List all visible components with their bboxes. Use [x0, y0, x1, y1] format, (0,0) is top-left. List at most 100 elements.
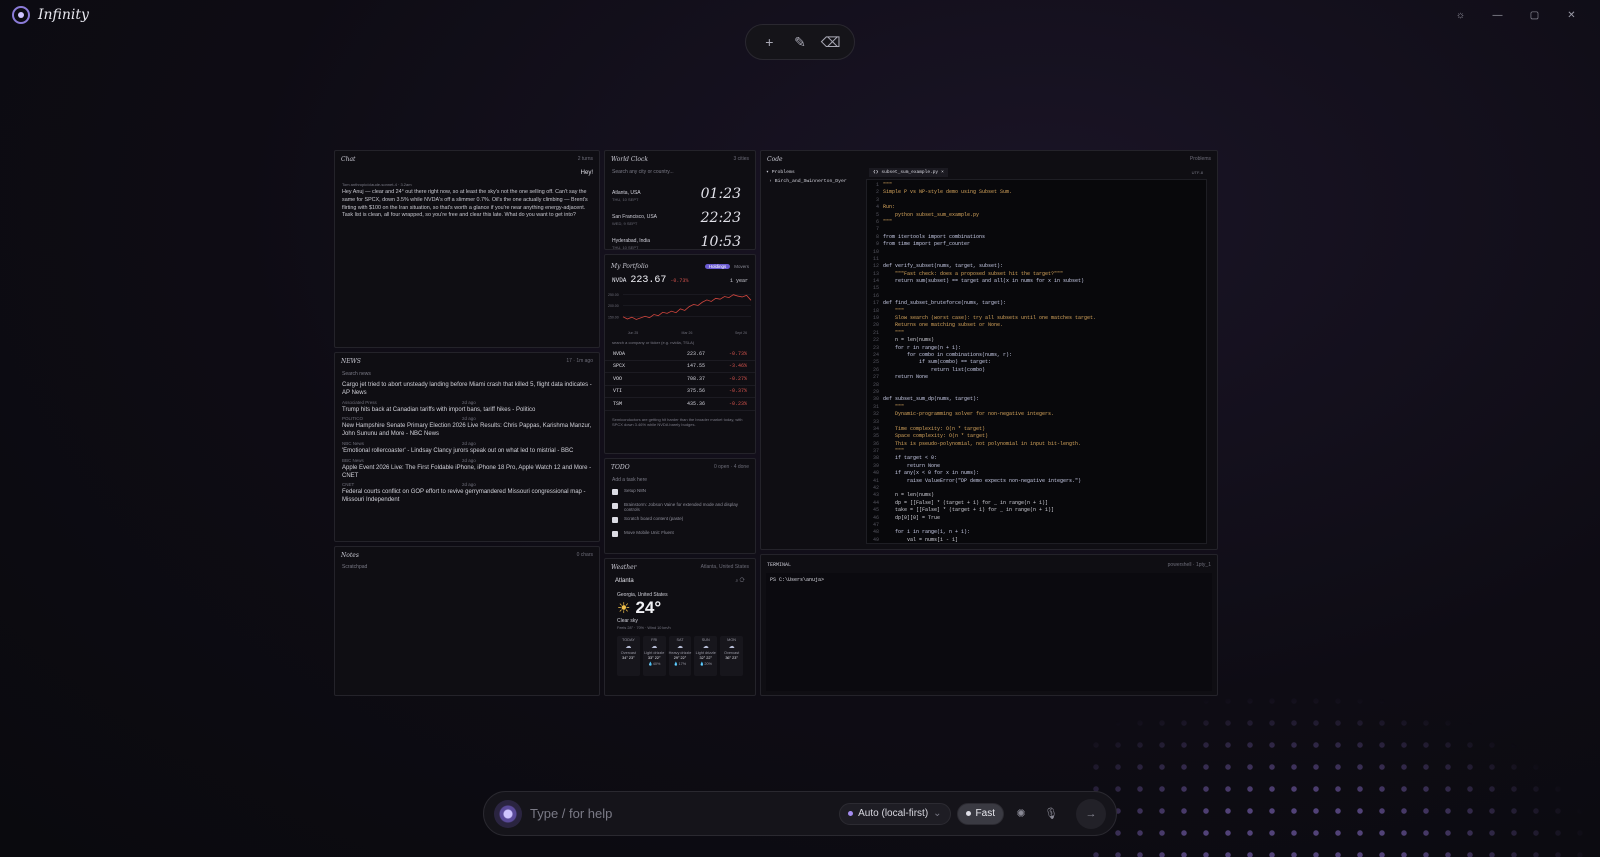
app-title: Infinity: [38, 7, 89, 23]
holding-row[interactable]: NVDA 223.67 -0.73%: [605, 348, 755, 361]
maximize-button[interactable]: ▢: [1516, 6, 1553, 24]
weather-title: Weather: [611, 563, 637, 571]
line-number: 17: [872, 300, 879, 307]
speed-toggle[interactable]: Fast: [956, 802, 1004, 825]
close-tab-icon[interactable]: ×: [941, 170, 944, 175]
add-widget-icon[interactable]: +: [758, 34, 780, 50]
sparkle-icon[interactable]: ✺: [1008, 801, 1034, 827]
code-text: """Fast check: does a proposed subset hi…: [883, 270, 1064, 277]
todo-checkbox[interactable]: [612, 517, 618, 523]
holding-row[interactable]: TSM 435.36 -0.23%: [605, 398, 755, 411]
forecast-condition: Light drizzle: [695, 651, 716, 655]
add-task-input[interactable]: Add a task here: [605, 474, 755, 486]
code-line: 26 return list(combo): [867, 367, 1206, 374]
code-text: def verify_subset(nums, target, subset):: [883, 263, 1004, 270]
forecast-condition: Overcast: [723, 651, 740, 655]
assistant-message: Hey Anuj — clear and 24° out there right…: [342, 189, 588, 219]
command-input[interactable]: [530, 806, 834, 821]
notes-title: Notes: [341, 551, 359, 559]
ticker-search-input[interactable]: search a company or ticker (e.g. nvidia,…: [605, 336, 755, 348]
notes-meta: 0 chars: [576, 552, 593, 558]
news-item[interactable]: Cargo jet tried to abort unsteady landin…: [335, 380, 599, 405]
todo-checkbox[interactable]: [612, 489, 618, 495]
news-item[interactable]: 'Emotional rollercoaster' - Lindsay Clan…: [335, 446, 599, 463]
ticker-header: NVDA 223.67 -0.73% 1 year: [605, 273, 755, 286]
code-line: 18 """: [867, 308, 1206, 315]
holding-change: -0.27%: [728, 375, 747, 382]
todo-checkbox[interactable]: [612, 503, 618, 509]
news-item[interactable]: Apple Event 2026 Live: The First Foldabl…: [335, 463, 599, 488]
line-number: 24: [872, 351, 879, 358]
news-search-input[interactable]: Search news: [335, 368, 599, 380]
code-line: 21 """: [867, 330, 1206, 337]
code-text: dp[0][0] = True: [883, 514, 941, 521]
cloud-icon: ☁: [625, 644, 632, 650]
tree-root[interactable]: ▾ Problems: [766, 169, 861, 178]
weather-panel: Weather Atlanta, United States Atlanta ⌕ …: [604, 558, 756, 696]
mode-select[interactable]: Auto (local-first) ⌄: [839, 802, 951, 825]
tab-movers[interactable]: Movers: [734, 264, 749, 269]
line-number: 48: [872, 529, 879, 536]
send-button[interactable]: →: [1076, 798, 1106, 829]
terminal-output[interactable]: PS C:\Users\anuja>: [766, 573, 1212, 691]
todo-item[interactable]: Move Mobile Unit: Fluent: [605, 528, 755, 542]
holding-change: -0.73%: [728, 350, 747, 357]
code-line: 5 python subset_sum_example.py: [867, 212, 1206, 219]
line-number: 43: [872, 492, 879, 499]
todo-item[interactable]: Scratch board content (paste): [605, 514, 755, 528]
code-text: Space complexity: O(n * target): [883, 433, 989, 440]
holding-price: 223.67: [686, 350, 705, 357]
assistant-orb-icon[interactable]: [494, 799, 522, 828]
eraser-icon[interactable]: ⌫: [820, 34, 842, 51]
todo-item[interactable]: Brainstorm: Jobson Vaine for extended mo…: [605, 500, 755, 514]
cloud-icon: ☁: [651, 644, 658, 650]
weather-search-icon[interactable]: ⌕ ⟳: [735, 578, 745, 584]
code-line: 27 return None: [867, 374, 1206, 381]
theme-toggle-icon[interactable]: ☼: [1442, 6, 1479, 24]
background-dot-pattern: [1085, 690, 1600, 857]
code-line: 49 val = nums[i - 1]: [867, 536, 1206, 543]
chart-y-tick-label: 200.00: [608, 304, 619, 308]
code-text: """: [883, 307, 905, 314]
code-text: for r in range(n + 1):: [883, 344, 962, 351]
holding-row[interactable]: VOO 708.37 -0.27%: [605, 373, 755, 386]
tab-holdings[interactable]: Holdings: [704, 263, 731, 269]
news-age: 2d ago: [462, 482, 476, 488]
pen-icon[interactable]: ✎: [789, 34, 811, 51]
news-headline: Cargo jet tried to abort unsteady landin…: [342, 382, 592, 396]
code-text: raise ValueError("DP demo expects non-ne…: [883, 477, 1082, 484]
ticker-symbol: NVDA: [612, 277, 627, 284]
minimize-button[interactable]: —: [1479, 6, 1516, 24]
code-text: if any(x < 0 for x in nums):: [883, 470, 980, 477]
news-item[interactable]: Trump hits back at Canadian tariffs with…: [335, 405, 599, 422]
microphone-icon[interactable]: 🎙: [1038, 801, 1064, 827]
editor-tab[interactable]: ❮❯ subset_sum_example.py ×: [869, 168, 948, 177]
range-select[interactable]: 1 year: [730, 278, 748, 284]
code-editor[interactable]: 1 """ 2 Simple P vs NP-style demo using Sub…: [866, 179, 1207, 544]
tree-item[interactable]: › Birch_and_Swinnerton_Dyer: [766, 178, 861, 187]
notes-textarea[interactable]: Scratchpad: [335, 562, 599, 572]
news-item[interactable]: Federal courts conflict on GOP effort to…: [335, 487, 599, 507]
holding-ticker: VOO: [613, 375, 623, 382]
code-text: val = nums[i - 1]: [883, 536, 959, 543]
city-search-input[interactable]: Search any city or country...: [605, 166, 755, 178]
news-item[interactable]: New Hampshire Senate Primary Election 20…: [335, 421, 599, 446]
todo-item[interactable]: Setup N8N: [605, 486, 755, 500]
holding-row[interactable]: VTI 375.56 -0.37%: [605, 386, 755, 398]
news-panel: NEWS 17 · 1m ago Search news Cargo jet tr…: [334, 352, 600, 542]
code-line: 44 dp = [[False] * (target + 1) for _ in…: [867, 500, 1206, 507]
todo-checkbox[interactable]: [612, 531, 618, 537]
line-number: 5: [875, 211, 879, 218]
code-text: return None: [883, 462, 941, 469]
code-line: 12 def verify_subset(nums, target, subset…: [867, 263, 1206, 270]
ticker-change: -0.73%: [670, 278, 689, 284]
line-number: 11: [872, 255, 879, 262]
code-text: return sum(subset) == target and all(x i…: [883, 278, 1085, 285]
cloud-icon: ☁: [702, 644, 709, 650]
close-button[interactable]: ✕: [1553, 6, 1590, 24]
holding-row[interactable]: SPCX 147.55 -3.46%: [605, 361, 755, 373]
line-number: 30: [872, 396, 879, 403]
forecast-day-label: TODAY: [622, 638, 635, 642]
code-line: 3: [867, 197, 1206, 204]
code-line: 30 def subset_sum_dp(nums, target):: [867, 396, 1206, 403]
